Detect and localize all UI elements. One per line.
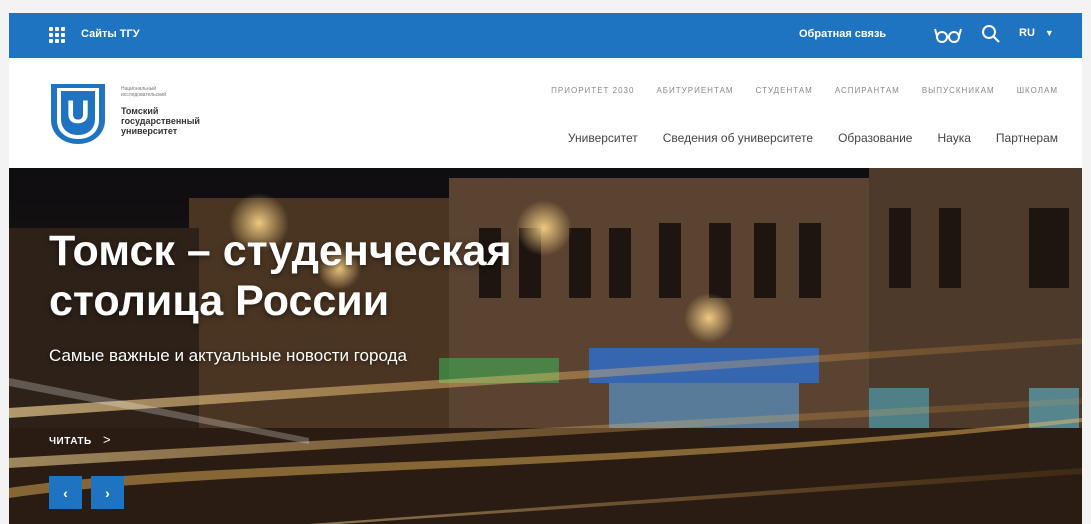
nav-graduates[interactable]: ВЫПУСКНИКАМ — [922, 86, 995, 95]
logo-name[interactable]: Томский государственный университет — [121, 106, 231, 136]
chevron-left-icon: ‹ — [63, 484, 68, 501]
top-bar: Сайты ТГУ Обратная связь RU ▼ — [9, 13, 1082, 58]
nav-postgraduates[interactable]: АСПИРАНТАМ — [835, 86, 900, 95]
logo-letter: U — [66, 94, 89, 130]
audience-nav: ПРИОРИТЕТ 2030 АБИТУРИЕНТАМ СТУДЕНТАМ АС… — [551, 86, 1058, 95]
chevron-right-icon: > — [103, 432, 112, 447]
read-more-label: ЧИТАТЬ — [49, 436, 92, 447]
chevron-right-icon: › — [105, 484, 110, 501]
chevron-down-icon: ▼ — [1044, 28, 1054, 38]
site-header: U Национальный исследовательский Томский… — [9, 58, 1082, 168]
hero-title: Томск – студенческая столица России — [49, 227, 512, 325]
nav-university[interactable]: Университет — [568, 131, 638, 145]
nav-science[interactable]: Наука — [937, 131, 970, 145]
page: Сайты ТГУ Обратная связь RU ▼ U Национал… — [9, 13, 1082, 524]
nav-applicants[interactable]: АБИТУРИЕНТАМ — [656, 86, 733, 95]
language-label: RU — [1019, 27, 1035, 39]
apps-grid-icon[interactable] — [49, 27, 65, 43]
nav-university-info[interactable]: Сведения об университете — [663, 131, 813, 145]
nav-priority-2030[interactable]: ПРИОРИТЕТ 2030 — [551, 86, 634, 95]
university-logo-icon[interactable]: U — [49, 82, 107, 146]
nav-education[interactable]: Образование — [838, 131, 912, 145]
nav-partners[interactable]: Партнерам — [996, 131, 1058, 145]
hero-subtitle: Самые важные и актуальные новости города — [49, 346, 407, 365]
language-select[interactable]: RU ▼ — [1019, 27, 1054, 39]
sites-link[interactable]: Сайты ТГУ — [81, 28, 140, 40]
logo-subtitle: Национальный исследовательский — [121, 86, 166, 98]
feedback-link[interactable]: Обратная связь — [799, 28, 886, 40]
glasses-icon[interactable] — [934, 25, 962, 45]
slider-prev-button[interactable]: ‹ — [49, 476, 82, 509]
read-more-link[interactable]: ЧИТАТЬ > — [49, 432, 111, 447]
hero-slider: Томск – студенческая столица России Самы… — [9, 168, 1082, 524]
nav-schools[interactable]: ШКОЛАМ — [1017, 86, 1058, 95]
slider-next-button[interactable]: › — [91, 476, 124, 509]
nav-students[interactable]: СТУДЕНТАМ — [756, 86, 813, 95]
search-icon[interactable] — [981, 24, 1001, 44]
main-nav: Университет Сведения об университете Обр… — [568, 131, 1058, 145]
